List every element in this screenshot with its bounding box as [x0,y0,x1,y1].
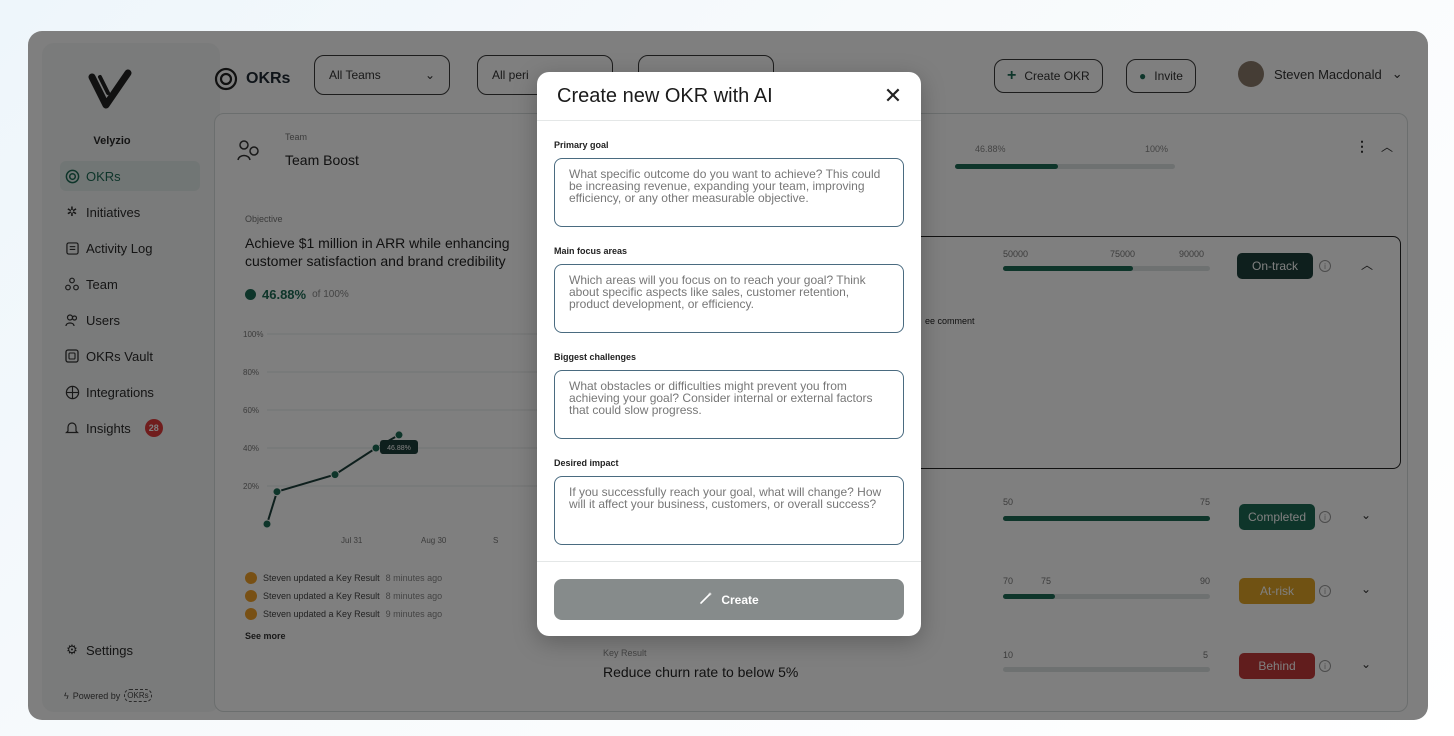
main-focus-areas-field[interactable] [554,264,904,333]
create-button[interactable]: Create [554,579,904,620]
main-focus-areas-label: Main focus areas [554,246,628,256]
biggest-challenges-label: Biggest challenges [554,352,637,362]
close-icon[interactable]: ✕ [881,83,905,108]
biggest-challenges-field[interactable] [554,370,904,439]
desired-impact-field[interactable] [554,476,904,545]
modal-title: Create new OKR with AI [557,85,773,107]
primary-goal-field[interactable] [554,158,904,227]
primary-goal-label: Primary goal [554,140,609,150]
modal-divider [537,561,921,562]
desired-impact-label: Desired impact [554,458,619,468]
create-button-label: Create [721,592,759,607]
modal-divider [537,120,921,121]
magic-wand-icon [699,591,713,608]
create-okr-ai-modal: Create new OKR with AI ✕ Primary goal Ma… [537,72,921,636]
